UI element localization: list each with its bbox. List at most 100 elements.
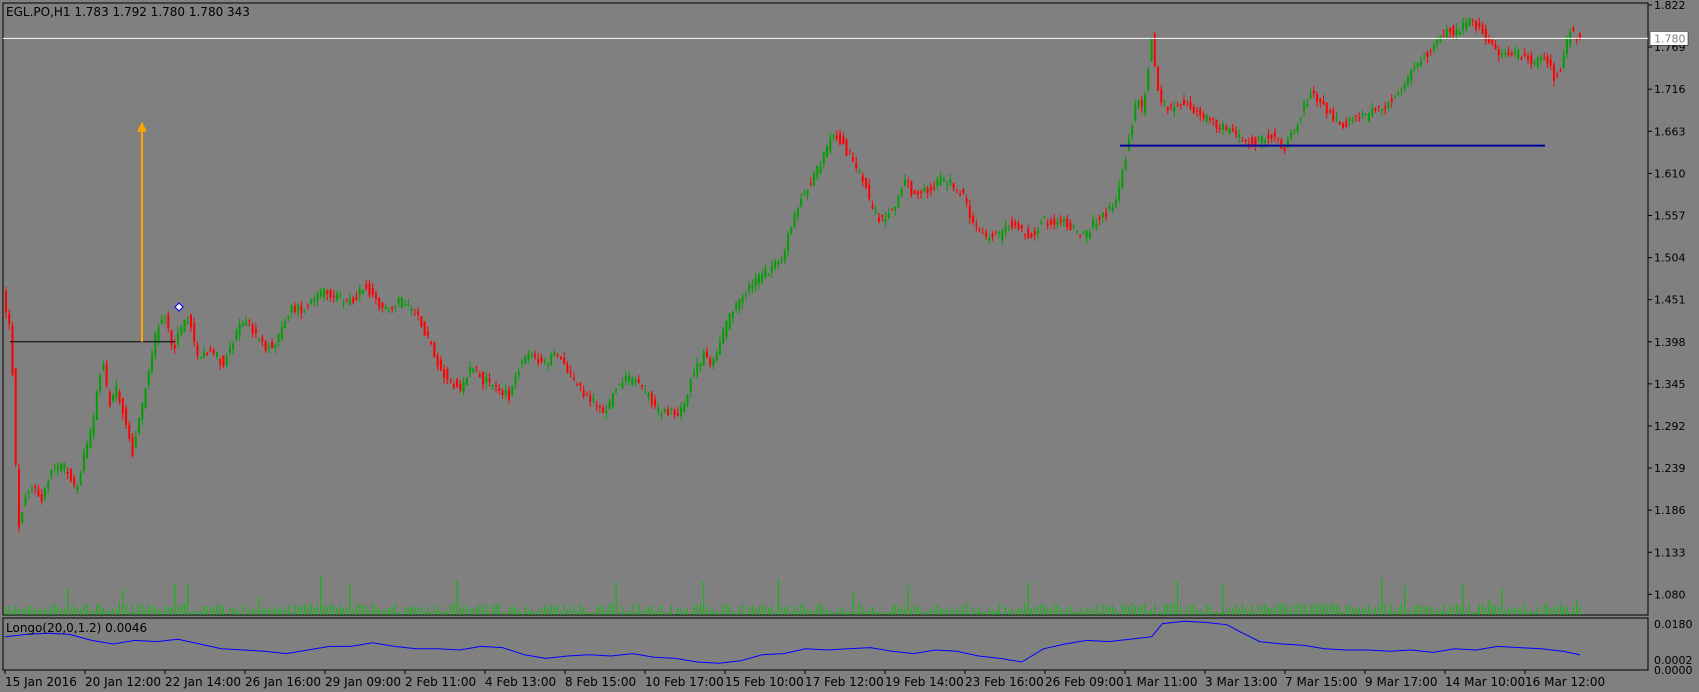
candle-body [670,408,673,410]
candle-body [1371,108,1374,116]
candle-body [121,398,124,414]
candle-body [634,379,637,383]
indicator-plot-area[interactable] [2,617,1649,671]
candle-body [1260,136,1263,144]
candle-body [138,418,141,433]
candle-body [1494,44,1497,50]
candle-body [676,413,679,416]
candle-body [1027,228,1030,238]
candle-body [1234,130,1237,135]
candle-body [267,345,270,349]
candle-body [611,393,614,407]
candle-body [1277,138,1280,140]
candle-body [754,277,757,286]
candle-body [1144,94,1147,114]
candle-body [141,403,144,420]
candle-body [1173,106,1176,112]
candle-body [420,316,423,328]
candle-body [741,297,744,304]
candle-body [316,294,319,300]
candle-body [1134,105,1137,121]
candle-body [407,304,410,306]
candle-body [660,414,663,416]
candle-body [705,351,708,357]
candle-body [336,293,339,300]
candle-body [1072,226,1075,228]
chart-window[interactable]: 1.822 1.769 1.716 1.663 1.610 1.557 1.504 1.451… [0,0,1699,692]
time-tick-label: 1 Mar 11:00 [1125,675,1198,689]
price-tick-label: 1.451 [1654,294,1686,307]
candle-body [1406,76,1409,85]
candle-body [1332,109,1335,121]
candle-body [1066,218,1069,228]
candle-body [1170,104,1173,107]
candle-body [1293,129,1296,132]
candle-body [1501,52,1504,55]
candle-body [991,233,994,238]
price-axis: 1.8221.7691.7161.6631.6101.5571.5041.451… [1648,0,1689,601]
candle-body [981,232,984,234]
candle-body [832,134,835,138]
time-tick-label: 26 Feb 09:00 [1045,675,1124,689]
candle-body [76,485,79,490]
candle-body [851,156,854,162]
candle-body [394,306,397,308]
candle-body [258,339,261,341]
time-tick-label: 14 Mar 10:00 [1445,675,1525,689]
candle-body [1478,22,1481,27]
candle-body [404,304,407,306]
candle-body [738,299,741,310]
candle-body [822,152,825,165]
candle-body [1023,234,1026,236]
candle-body [1192,106,1195,114]
candle-body [790,226,793,235]
candle-body [1075,231,1078,233]
price-tick-label: 1.610 [1654,167,1686,180]
candle-body [1046,223,1049,226]
time-tick-label: 19 Feb 14:00 [885,675,964,689]
candle-body [1160,89,1163,103]
candle-body [1202,114,1205,119]
candle-body [1221,123,1224,130]
candle-body [27,492,30,495]
candle-body [592,399,595,401]
candle-body [254,328,257,334]
candle-body [1455,29,1458,35]
candle-body [903,179,906,186]
candle-body [164,317,167,319]
candle-body [926,188,929,193]
candle-body [972,215,975,223]
candle-body [426,331,429,336]
candle-body [1316,94,1319,102]
candle-body [985,232,988,237]
candle-body [939,176,942,186]
candle-body [1348,117,1351,121]
candle-body [60,463,63,472]
candle-body [933,187,936,189]
candle-body [456,379,459,387]
candle-body [1105,212,1108,217]
candle-body [621,383,624,389]
price-tick-label: 1.186 [1654,504,1686,517]
candle-body [608,401,611,409]
candle-body [835,135,838,140]
candle-body [800,198,803,206]
candlestick-chart[interactable]: 1.8221.7691.7161.6631.6101.5571.5041.451… [0,0,1699,692]
candle-body [1523,53,1526,56]
candle-body [134,436,137,448]
candle-body [1270,134,1273,139]
candle-body [176,333,179,344]
candle-body [1111,207,1114,211]
candle-body [235,331,238,340]
candle-body [1140,100,1143,107]
candle-body [1416,62,1419,67]
candle-body [1189,102,1192,109]
candle-body [881,215,884,218]
candle-body [1390,98,1393,102]
candle-body [1329,110,1332,113]
candle-body [1147,68,1150,91]
candle-body [462,382,465,392]
candle-body [709,358,712,366]
candle-body [1475,21,1478,30]
candle-body [533,354,536,357]
